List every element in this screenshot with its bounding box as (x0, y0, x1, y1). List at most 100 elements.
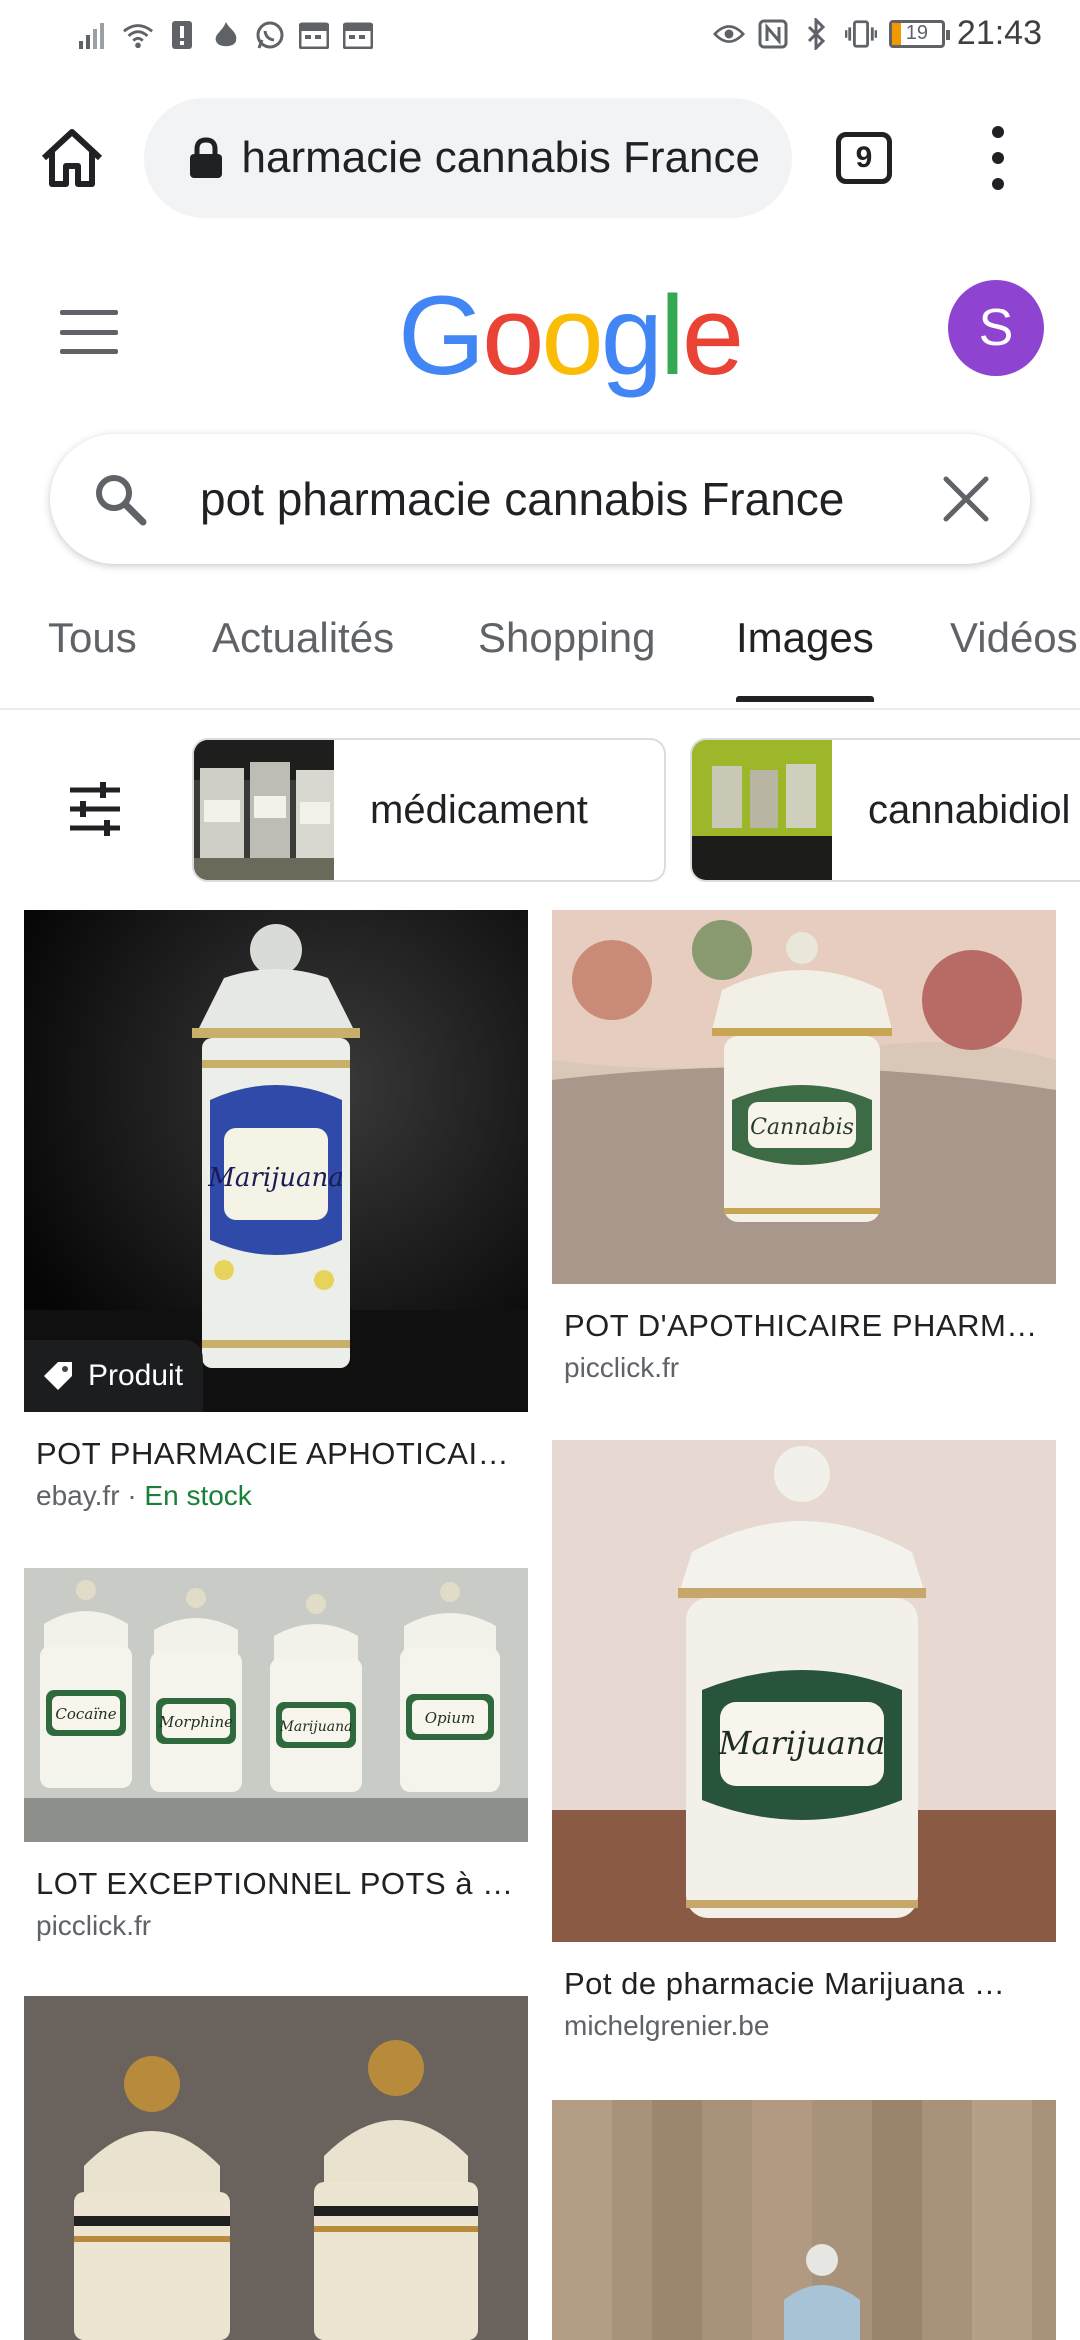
image-result-3[interactable]: Cocaïne Morphine Marijuana Opium LOT EXC… (24, 1568, 528, 1942)
battery-level: 19 (905, 22, 929, 44)
bluetooth-icon (801, 17, 833, 51)
google-logo[interactable]: Google (398, 280, 744, 392)
search-box[interactable]: pot pharmacie cannabis France (50, 434, 1030, 564)
active-tab-indicator (736, 696, 874, 702)
home-button[interactable] (36, 122, 108, 194)
tab-all[interactable]: Tous (48, 614, 137, 662)
url-text: pot pharmacie cannabis France (240, 133, 760, 182)
result-source: michelgrenier.be (564, 2010, 770, 2041)
result-thumbnail: Cocaïne Morphine Marijuana Opium (24, 1568, 528, 1842)
logo-letter: G (398, 273, 485, 398)
hamburger-line (60, 329, 118, 335)
browser-toolbar: pot pharmacie cannabis France 9 (0, 98, 1080, 218)
filter-button[interactable] (66, 780, 124, 838)
product-badge: Produit (24, 1340, 204, 1412)
tab-videos[interactable]: Vidéos (950, 614, 1078, 662)
result-image[interactable] (552, 2100, 1056, 2340)
menu-dot (992, 152, 1004, 164)
result-source: ebay.fr · En stock (36, 1480, 528, 1512)
result-source: picclick.fr (36, 1910, 152, 1941)
status-time: 21:43 (956, 14, 1042, 52)
badge-label: Produit (88, 1359, 184, 1392)
search-icon[interactable] (90, 469, 150, 529)
nfc-icon (757, 17, 789, 51)
flame-app-icon (210, 18, 242, 52)
menu-dot (992, 178, 1004, 190)
image-result-1[interactable]: Marijuana Produit POT PHARMACIE APHOTICA… (24, 910, 528, 1512)
status-system-icons: 19 21:43 (712, 14, 1042, 53)
more-options-button[interactable] (978, 126, 1018, 190)
logo-letter: g (600, 273, 663, 398)
battery-icon: 19 (888, 19, 950, 48)
result-thumbnail: Marijuana (552, 1440, 1056, 1942)
status-notification-icons (78, 18, 374, 52)
result-image[interactable]: Marijuana Produit (24, 910, 528, 1412)
chip-thumbnail (194, 740, 334, 880)
tab-images[interactable]: Images (736, 614, 874, 702)
suggestion-chips: médicament cannabidiol (0, 738, 1080, 882)
result-image[interactable]: Cannabis (552, 910, 1056, 1284)
logo-letter: o (482, 273, 544, 398)
signal-icon (78, 18, 110, 52)
tune-icon (70, 782, 120, 836)
clear-search-icon[interactable] (938, 471, 994, 527)
hamburger-line (60, 349, 118, 354)
source-domain: ebay.fr (36, 1480, 120, 1511)
logo-letter: o (541, 273, 603, 398)
menu-dot (992, 126, 1004, 138)
result-title[interactable]: Pot de pharmacie Marijuana … (564, 1966, 1056, 2002)
status-bar: 19 21:43 (0, 0, 1080, 76)
image-result-4[interactable]: Marijuana Pot de pharmacie Marijuana … m… (552, 1440, 1056, 2042)
image-result-2[interactable]: Cannabis POT D'APOTHICAIRE PHARM… piccli… (552, 910, 1056, 1384)
chip-medicament[interactable]: médicament (192, 738, 666, 882)
jar-label-text: Marijuana (718, 1724, 886, 1762)
result-title[interactable]: LOT EXCEPTIONNEL POTS à … (36, 1866, 528, 1902)
calendar-icon-2 (342, 18, 374, 52)
result-thumbnail (24, 1996, 528, 2340)
result-image[interactable]: Cocaïne Morphine Marijuana Opium (24, 1568, 528, 1842)
jar-label-text: Cannabis (750, 1115, 854, 1140)
result-title[interactable]: POT D'APOTHICAIRE PHARM… (564, 1308, 1056, 1344)
jar-label-text: Marijuana (207, 1163, 343, 1193)
tab-shopping[interactable]: Shopping (478, 614, 656, 662)
jar-label-text: Marijuana (279, 1719, 353, 1735)
search-tabs: Tous Actualités Shopping Images Vidéos (0, 600, 1080, 710)
chip-cannabidiol[interactable]: cannabidiol (690, 738, 1080, 882)
tab-news[interactable]: Actualités (212, 614, 394, 662)
home-icon (41, 129, 103, 187)
result-thumbnail: Cannabis (552, 910, 1056, 1284)
logo-letter: e (681, 273, 744, 398)
tag-icon (44, 1362, 72, 1390)
chip-label: médicament (370, 787, 588, 832)
result-source: picclick.fr (564, 1352, 680, 1383)
result-thumbnail (552, 2100, 1056, 2340)
account-avatar[interactable]: S (948, 280, 1044, 376)
whatsapp-icon (254, 18, 286, 52)
jar-label-text: Opium (425, 1709, 476, 1727)
chip-label: cannabidiol (868, 787, 1071, 832)
image-result-6[interactable] (552, 2100, 1056, 2340)
result-title[interactable]: POT PHARMACIE APHOTICAI… (36, 1436, 528, 1472)
result-thumbnail: Marijuana (24, 910, 528, 1412)
address-bar[interactable]: pot pharmacie cannabis France (144, 98, 792, 218)
jar-label-text: Morphine (158, 1713, 233, 1731)
logo-letter: l (660, 273, 685, 398)
result-image[interactable] (24, 1996, 528, 2340)
stock-status: En stock (144, 1480, 252, 1511)
wifi-icon (122, 18, 154, 52)
vibrate-icon (844, 17, 877, 51)
tab-switcher-button[interactable]: 9 (836, 132, 892, 184)
calendar-icon (298, 18, 330, 52)
hamburger-menu-button[interactable] (60, 310, 118, 354)
jar-label-text: Cocaïne (55, 1705, 116, 1723)
eye-icon (712, 17, 745, 51)
result-image[interactable]: Marijuana (552, 1440, 1056, 1942)
chip-thumbnail (692, 740, 832, 880)
search-query[interactable]: pot pharmacie cannabis France (200, 472, 938, 526)
lock-icon (190, 137, 222, 178)
source-separator: · (127, 1480, 145, 1511)
tab-images-label: Images (736, 614, 874, 661)
sim-alert-icon (166, 18, 198, 52)
hamburger-line (60, 310, 118, 315)
image-result-5[interactable] (24, 1996, 528, 2340)
